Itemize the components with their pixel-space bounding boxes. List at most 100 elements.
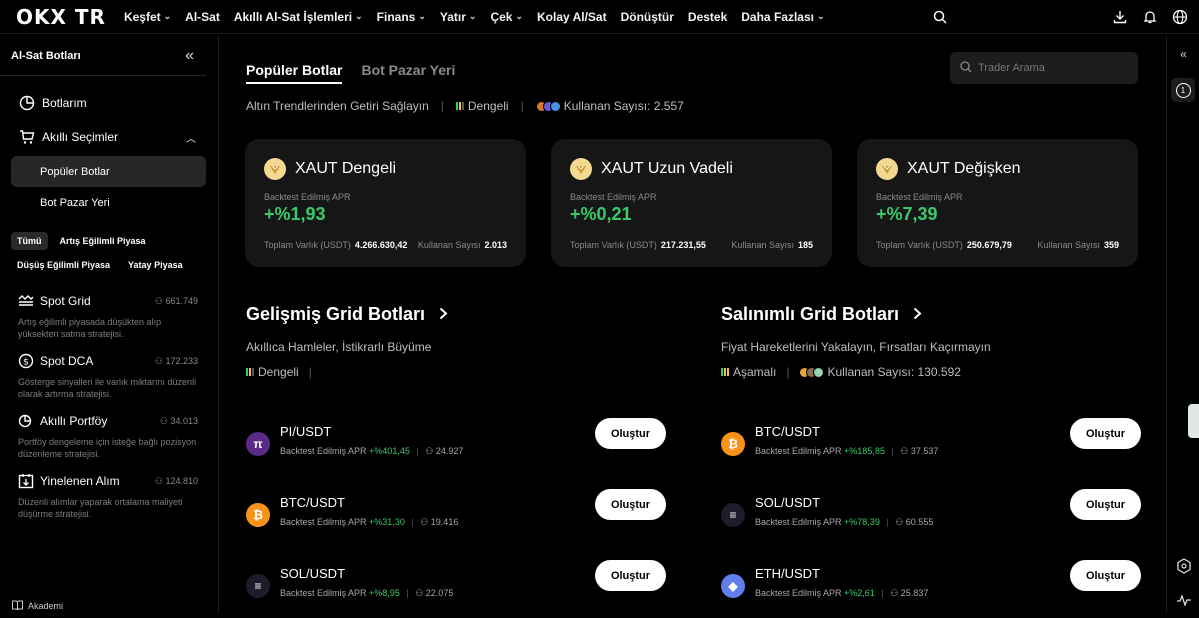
notification-badge[interactable]: 1 bbox=[1171, 78, 1195, 102]
pair-row: ₿ BTC/USDT Backtest Edilmiş APR +%185,85… bbox=[721, 418, 1141, 472]
filter-artis[interactable]: Artış Eğilimli Piyasa bbox=[54, 232, 152, 250]
search-icon bbox=[960, 60, 972, 76]
sidebar-item-botlarim[interactable]: Botlarım bbox=[0, 88, 218, 118]
xaut-bot-card[interactable]: XAUT Dengeli Backtest Edilmiş APR +%1,93… bbox=[245, 139, 526, 267]
user-count: Kullanan Sayısı 2.013 bbox=[417, 240, 507, 250]
apr-value: +%2,61 bbox=[844, 588, 875, 598]
okx-logo[interactable]: OKX TR bbox=[16, 5, 106, 29]
pair-row: π PI/USDT Backtest Edilmiş APR +%401,45 … bbox=[246, 418, 666, 472]
badge-count: 1 bbox=[1175, 82, 1191, 98]
section-subtitle: Fiyat Hareketlerini Yakalayın, Fırsatlar… bbox=[721, 340, 991, 354]
tab-bot-pazar-yeri[interactable]: Bot Pazar Yeri bbox=[361, 62, 455, 84]
pair-name[interactable]: SOL/USDT bbox=[755, 495, 820, 510]
count-value: 172.233 bbox=[165, 355, 198, 366]
section-title: Gelişmiş Grid Botları bbox=[246, 304, 426, 324]
users-icon: ⚇ bbox=[890, 588, 899, 598]
sidebar-title: Al-Sat Botları bbox=[11, 49, 81, 62]
chevron-down-icon: ⌄ bbox=[816, 11, 825, 21]
nav-item[interactable]: Destek bbox=[688, 10, 727, 24]
nav-item[interactable]: Yatır ⌄ bbox=[440, 10, 477, 24]
bell-icon[interactable] bbox=[1135, 0, 1165, 34]
user-avatars-icon bbox=[535, 100, 561, 112]
pair-name[interactable]: SOL/USDT bbox=[280, 566, 345, 581]
pair-name[interactable]: BTC/USDT bbox=[755, 424, 820, 439]
meta-description: Altın Trendlerinden Getiri Sağlayın bbox=[246, 99, 429, 113]
salinimli-grid-title[interactable]: Salınımlı Grid Botları bbox=[721, 304, 1141, 325]
user-count-value: 25.837 bbox=[900, 588, 929, 598]
collapse-sidebar-icon[interactable]: « bbox=[185, 47, 194, 65]
xaut-coin-icon bbox=[570, 158, 592, 180]
xaut-bot-card[interactable]: XAUT Değişken Backtest Edilmiş APR +%7,3… bbox=[857, 139, 1138, 267]
pair-row: ₿ BTC/USDT Backtest Edilmiş APR +%31,30 … bbox=[246, 489, 666, 543]
total-assets-value: 250.679,79 bbox=[966, 240, 1012, 250]
expand-panel-icon[interactable]: « bbox=[1167, 36, 1199, 72]
risk-indicator: Aşamalı bbox=[721, 365, 776, 379]
olustur-button[interactable]: Oluştur bbox=[1070, 418, 1141, 449]
akademi-link[interactable]: Akademi bbox=[12, 600, 63, 612]
olustur-button[interactable]: Oluştur bbox=[1070, 489, 1141, 520]
xaut-bot-card[interactable]: XAUT Uzun Vadeli Backtest Edilmiş APR +%… bbox=[551, 139, 832, 267]
salinimli-grid-section: Salınımlı Grid Botları Fiyat Hareketleri… bbox=[721, 304, 1141, 379]
strategy-item[interactable]: Akıllı Portföy ⚇ 34.013 Portföy dengelem… bbox=[0, 400, 218, 460]
pair-name[interactable]: ETH/USDT bbox=[755, 566, 820, 581]
pi-coin-icon: π bbox=[246, 432, 270, 456]
nav-item[interactable]: Keşfet ⌄ bbox=[124, 10, 171, 24]
xaut-meta-row: Altın Trendlerinden Getiri Sağlayın | De… bbox=[246, 99, 684, 113]
nav-item-label: Keşfet bbox=[123, 9, 161, 24]
strategy-item[interactable]: $ Spot DCA ⚇ 172.233 Gösterge sinyalleri… bbox=[0, 340, 218, 400]
tab-populer-botlar[interactable]: Popüler Botlar bbox=[246, 62, 343, 84]
filter-dusus[interactable]: Düşüş Eğilimli Piyasa bbox=[11, 256, 116, 274]
sidebar-item-akilli-secimler[interactable]: Akıllı Seçimler ︿ bbox=[0, 122, 218, 152]
user-count-value: 24.927 bbox=[435, 446, 464, 456]
sidebar-item-populer-botlar[interactable]: Popüler Botlar bbox=[11, 156, 206, 187]
strategy-description: Düzenli alımlar yaparak ortalama maliyet… bbox=[18, 497, 183, 519]
filter-yatay[interactable]: Yatay Piyasa bbox=[122, 256, 189, 274]
extension-tab[interactable] bbox=[1188, 404, 1199, 438]
strategy-item[interactable]: Yinelenen Alım ⚇ 124.810 Düzenli alımlar… bbox=[0, 460, 218, 520]
nav-item[interactable]: Akıllı Al-Sat İşlemleri ⌄ bbox=[234, 10, 363, 24]
pair-info: Backtest Edilmiş APR +%185,85 | ⚇ 37.537 bbox=[755, 446, 939, 456]
olustur-button[interactable]: Oluştur bbox=[595, 489, 666, 520]
card-footer: Toplam Varlık (USDT) 250.679,79 Kullanan … bbox=[876, 240, 1119, 250]
apr-label: Backtest Edilmiş APR bbox=[280, 446, 367, 456]
pair-name[interactable]: BTC/USDT bbox=[280, 495, 345, 510]
activity-icon[interactable] bbox=[1167, 582, 1199, 618]
olustur-button[interactable]: Oluştur bbox=[595, 560, 666, 591]
gelismis-grid-title[interactable]: Gelişmiş Grid Botları bbox=[246, 304, 666, 325]
market-filters: Tümü Artış Eğilimli Piyasa Düşüş Eğiliml… bbox=[0, 218, 218, 274]
search-icon[interactable] bbox=[925, 0, 955, 34]
filter-tumu[interactable]: Tümü bbox=[11, 232, 48, 250]
sol-coin-icon: ≡ bbox=[721, 503, 745, 527]
globe-icon[interactable] bbox=[1165, 0, 1195, 34]
nav-item[interactable]: Daha Fazlası ⌄ bbox=[741, 10, 824, 24]
nav-item[interactable]: Çek ⌄ bbox=[490, 10, 523, 24]
sidebar-item-bot-pazar-yeri[interactable]: Bot Pazar Yeri bbox=[11, 187, 206, 218]
olustur-button[interactable]: Oluştur bbox=[595, 418, 666, 449]
nav-item[interactable]: Finans ⌄ bbox=[377, 10, 426, 24]
risk-indicator: Dengeli bbox=[455, 99, 509, 113]
user-avatars-icon bbox=[799, 366, 825, 378]
apr-value: +%185,85 bbox=[844, 446, 885, 456]
pair-name[interactable]: PI/USDT bbox=[280, 424, 331, 439]
strategy-item[interactable]: Spot Grid ⚇ 661.749 Artış eğilimli piyas… bbox=[0, 280, 218, 340]
trader-search[interactable] bbox=[950, 52, 1138, 84]
strategy-name: Yinelenen Alım bbox=[40, 474, 120, 488]
nav-item[interactable]: Kolay Al/Sat bbox=[537, 10, 607, 24]
olustur-button[interactable]: Oluştur bbox=[1070, 560, 1141, 591]
card-footer: Toplam Varlık (USDT) 4.266.630,42 Kullana… bbox=[264, 240, 507, 250]
strategy-name: Spot Grid bbox=[40, 294, 91, 308]
sidebar-header: Al-Sat Botları « bbox=[0, 36, 206, 76]
apr-label: Backtest Edilmiş APR bbox=[280, 517, 367, 527]
chevron-up-icon[interactable]: ︿ bbox=[186, 130, 196, 145]
download-icon[interactable] bbox=[1105, 0, 1135, 34]
strategy-description: Artış eğilimli piyasada düşükten alıp yü… bbox=[18, 317, 162, 339]
card-title: XAUT Değişken bbox=[907, 160, 1021, 177]
nav-item[interactable]: Al-Sat bbox=[185, 10, 220, 24]
settings-hex-icon[interactable] bbox=[1167, 548, 1199, 584]
btc-coin-icon: ₿ bbox=[721, 432, 745, 456]
trader-search-input[interactable] bbox=[978, 62, 1128, 74]
strategy-description: Portföy dengeleme için isteğe bağlı pozi… bbox=[18, 437, 197, 459]
user-count-value: 22.075 bbox=[425, 588, 454, 598]
portfolio-icon bbox=[18, 413, 34, 429]
nav-item[interactable]: Dönüştür bbox=[621, 10, 674, 24]
